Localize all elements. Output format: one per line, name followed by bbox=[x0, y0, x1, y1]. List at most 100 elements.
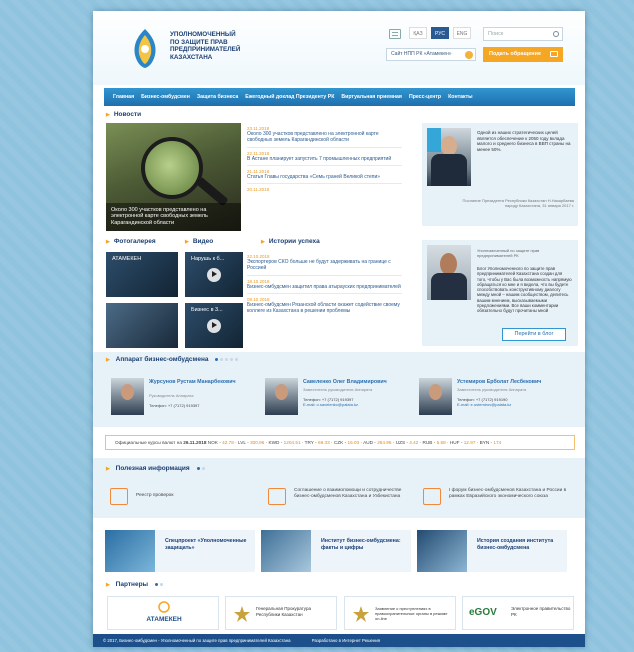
lang-eng[interactable]: ENG bbox=[453, 27, 471, 39]
search-icon[interactable] bbox=[553, 31, 559, 37]
staff-card[interactable]: Журсунов Рустам Манарбекович Руководител… bbox=[111, 378, 261, 418]
npp-atameken-link[interactable]: Сайт НПП РК «Атамекен» bbox=[386, 48, 476, 61]
staff-role: Заместитель руководителя Аппарата bbox=[457, 387, 527, 392]
video-title[interactable]: Видео bbox=[185, 238, 213, 245]
currency-rate: · UZS - 4.42 bbox=[391, 440, 419, 445]
project-card[interactable]: История создания института бизнес-омбудс… bbox=[417, 530, 567, 572]
carousel-dots[interactable] bbox=[154, 581, 165, 588]
nav-business-protection[interactable]: Защита бизнеса bbox=[197, 94, 238, 100]
submit-appeal-button[interactable]: Подать обращение bbox=[483, 47, 563, 62]
video-thumb[interactable]: Нарушь к б... bbox=[185, 252, 243, 297]
partner-atameken[interactable]: АТАМЕКЕН bbox=[107, 596, 219, 630]
staff-role: Руководитель Аппарата bbox=[149, 393, 194, 398]
quote-signature: Послание Президента Республики Казахстан… bbox=[462, 198, 575, 208]
currency-rate: · TRY - 69.33 bbox=[300, 440, 330, 445]
language-switcher: ҚАЗ РУС ENG bbox=[409, 27, 471, 39]
footer: © 2017, Бизнес-омбудсмен - Уполномоченны… bbox=[93, 634, 585, 647]
partner-crime-report[interactable]: Заявление о преступлениях в правоохранит… bbox=[344, 596, 456, 630]
accessibility-icon[interactable] bbox=[389, 29, 401, 39]
play-icon[interactable] bbox=[207, 318, 221, 333]
play-icon[interactable] bbox=[207, 267, 221, 282]
staff-phone: Телефон: +7 (7172) 919397 bbox=[149, 403, 200, 408]
news-hero-caption[interactable]: Около 300 участков представлено на элект… bbox=[106, 202, 241, 231]
nav-business-ombudsman[interactable]: Бизнес-омбудсмен bbox=[141, 94, 190, 100]
staff-name[interactable]: Журсунов Рустам Манарбекович bbox=[149, 379, 259, 385]
main-nav: Главная Бизнес-омбудсмен Защита бизнеса … bbox=[104, 88, 575, 106]
president-quote: Одной из наших стратегических целей явля… bbox=[422, 123, 578, 226]
stories-list: 22.10.2018 Экспортеров СКО больше не буд… bbox=[247, 251, 402, 317]
video-thumb[interactable]: Бизнес в 3... bbox=[185, 303, 243, 348]
apparat-title[interactable]: Аппарат бизнес-омбудсмена bbox=[106, 356, 240, 363]
useful-info-title[interactable]: Полезная информация bbox=[106, 465, 207, 472]
useful-link-inspections[interactable]: Реестр проверок bbox=[110, 486, 220, 510]
search-input[interactable]: Поиск bbox=[483, 27, 563, 41]
carousel-dots[interactable] bbox=[196, 465, 207, 472]
news-hero-image[interactable]: Около 300 участков представлено на элект… bbox=[106, 123, 241, 231]
useful-link-forum[interactable]: I форум бизнес-омбудсменов Казахстана и … bbox=[423, 486, 573, 510]
list-item[interactable]: 22.11.2018 В Астане планирует запустить … bbox=[247, 148, 402, 166]
news-date: 20.11.2018 bbox=[247, 187, 270, 193]
handshake-image bbox=[105, 530, 155, 572]
go-to-blog-button[interactable]: Перейти в блог bbox=[502, 328, 566, 341]
currency-rate: · RUB - 5.58 bbox=[418, 440, 446, 445]
success-stories-title[interactable]: Истории успеха bbox=[261, 238, 320, 245]
nav-home[interactable]: Главная bbox=[113, 94, 134, 100]
story-link[interactable]: Экспортеров СКО больше не будут задержив… bbox=[247, 259, 402, 272]
photo-gallery-title[interactable]: Фотогалерея bbox=[106, 238, 156, 245]
emblem-logo-icon[interactable] bbox=[127, 27, 163, 69]
nav-annual-report[interactable]: Ежегодный доклад Президенту РК bbox=[245, 94, 334, 100]
story-link[interactable]: Бизнес-омбудсмен Рязанской области окаже… bbox=[247, 302, 402, 315]
nav-press-center[interactable]: Пресс-центр bbox=[409, 94, 441, 100]
news-title[interactable]: Новости bbox=[106, 111, 141, 118]
list-item[interactable]: 20.11.2018 bbox=[247, 184, 402, 195]
currency-rates-ticker: Официальные курсы валют на 26.11.2018 NO… bbox=[105, 435, 575, 450]
project-card[interactable]: Институт бизнес-омбудсмена: факты и цифр… bbox=[261, 530, 411, 572]
news-link[interactable]: Около 300 участков представлено на элект… bbox=[247, 131, 402, 144]
staff-email[interactable]: E-mail: o.savelenko@palata.kz bbox=[303, 402, 413, 407]
project-card[interactable]: Спецпроект «Уполномоченные защищать» bbox=[105, 530, 255, 572]
registry-icon bbox=[110, 488, 128, 505]
list-item[interactable]: 23.11.2018 Около 300 участков представле… bbox=[247, 123, 402, 148]
nav-contacts[interactable]: Контакты bbox=[448, 94, 472, 100]
staff-card[interactable]: Савеленко Олег Владимирович Заместитель … bbox=[265, 378, 415, 418]
logo-text[interactable]: УПОЛНОМОЧЕННЫЙ ПО ЗАЩИТЕ ПРАВ ПРЕДПРИНИМ… bbox=[170, 31, 280, 61]
photo-gallery-thumb[interactable]: АТАМЕКЕН bbox=[106, 252, 178, 297]
currency-rate: · KWD - 1204.51 bbox=[264, 440, 301, 445]
list-item[interactable]: 18.10.2018 Бизнес-омбудсмен защитил прав… bbox=[247, 276, 402, 294]
staff-name[interactable]: Савеленко Олег Владимирович bbox=[303, 379, 413, 385]
news-link[interactable]: Статья Главы государства «Семь граней Ве… bbox=[247, 174, 402, 180]
photo-gallery-thumb[interactable] bbox=[106, 303, 178, 348]
rates-items: NOK - 42.78 · LVL - 300.96 · KWD - 1204.… bbox=[208, 440, 501, 445]
chat-icon bbox=[423, 488, 441, 505]
currency-rate: · CZK - 16.03 bbox=[329, 440, 360, 445]
header: УПОЛНОМОЧЕННЫЙ ПО ЗАЩИТЕ ПРАВ ПРЕДПРИНИМ… bbox=[93, 11, 585, 85]
carousel-dots[interactable] bbox=[215, 356, 240, 363]
video-label: Бизнес в 3... bbox=[191, 307, 223, 313]
staff-card[interactable]: Устемиров Ерболат Лесбекович Заместитель… bbox=[419, 378, 569, 418]
partners-title[interactable]: Партнеры bbox=[106, 581, 165, 588]
staff-email[interactable]: E-mail: e.ustemirov@palata.kz bbox=[457, 402, 567, 407]
ombudsman-blog: Уполномоченный по защите прав предприним… bbox=[422, 240, 578, 346]
list-item[interactable]: 21.11.2018 Статья Главы государства «Сем… bbox=[247, 166, 402, 185]
lang-kaz[interactable]: ҚАЗ bbox=[409, 27, 427, 39]
currency-rate: · BYN - 174 bbox=[475, 440, 502, 445]
footer-developer[interactable]: Разработано в Интернет Решения bbox=[312, 638, 380, 643]
page: УПОЛНОМОЧЕННЫЙ ПО ЗАЩИТЕ ПРАВ ПРЕДПРИНИМ… bbox=[93, 11, 585, 647]
useful-link-uzbekistan-agreement[interactable]: Соглашение о взаимопомощи и сотрудничест… bbox=[268, 486, 408, 510]
prosecutor-emblem-icon bbox=[234, 606, 250, 622]
list-item[interactable]: 09.10.2018 Бизнес-омбудсмен Рязанской об… bbox=[247, 294, 402, 318]
atameken-logo-icon bbox=[158, 601, 170, 613]
story-link[interactable]: Бизнес-омбудсмен защитил права атырауски… bbox=[247, 284, 402, 290]
partner-egov[interactable]: eGOV Электронное правительство РК bbox=[462, 596, 574, 630]
photo-label: АТАМЕКЕН bbox=[112, 256, 142, 262]
nav-virtual-reception[interactable]: Виртуальная приемная bbox=[341, 94, 402, 100]
magnifier-image bbox=[141, 137, 203, 199]
news-link[interactable]: В Астане планирует запустить 7 промышлен… bbox=[247, 156, 402, 162]
lang-rus[interactable]: РУС bbox=[431, 27, 449, 39]
news-list: 23.11.2018 Около 300 участков представле… bbox=[247, 123, 402, 195]
list-item[interactable]: 22.10.2018 Экспортеров СКО больше не буд… bbox=[247, 251, 402, 276]
partner-prosecutor[interactable]: Генеральная Прокуратура Республики Казах… bbox=[225, 596, 337, 630]
staff-name[interactable]: Устемиров Ерболат Лесбекович bbox=[457, 379, 567, 385]
currency-rate: · HUF - 12.97 bbox=[445, 440, 476, 445]
staff-role: Заместитель руководителя Аппарата bbox=[303, 387, 373, 392]
